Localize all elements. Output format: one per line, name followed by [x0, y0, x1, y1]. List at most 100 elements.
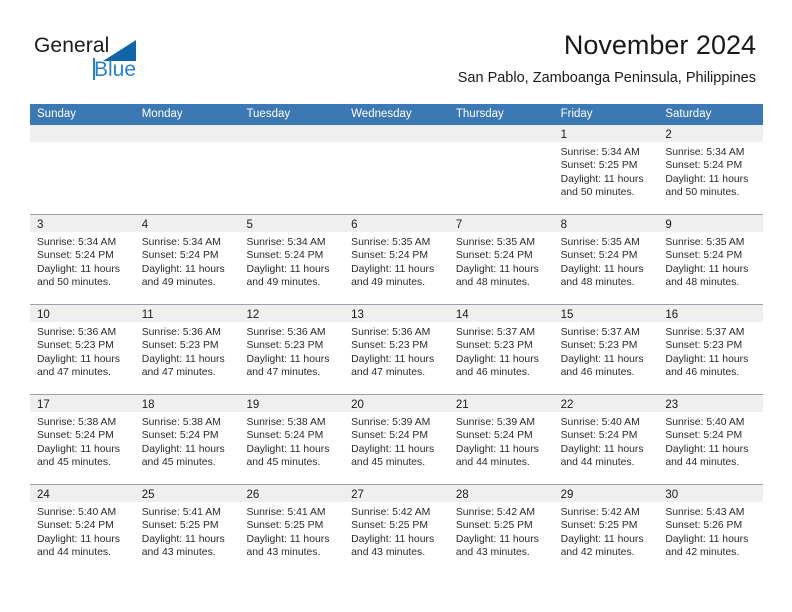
weekday-header-friday: Friday [560, 108, 593, 120]
day-cell[interactable]: 22 Sunrise: 5:40 AM Sunset: 5:24 PM Dayl… [553, 395, 659, 484]
day-number-band: 7 [448, 215, 554, 232]
day-number: 5 [246, 219, 253, 231]
weekday-header-monday: Monday [141, 108, 183, 120]
day-number-band: 3 [30, 215, 135, 232]
sunrise-text: Sunrise: 5:40 AM [37, 507, 117, 518]
day-number: 12 [246, 309, 260, 321]
day-cell[interactable]: 16 Sunrise: 5:37 AM Sunset: 5:23 PM Dayl… [658, 305, 764, 394]
day-cell[interactable]: 10 Sunrise: 5:36 AM Sunset: 5:23 PM Dayl… [30, 305, 135, 394]
day-cell[interactable]: 25 Sunrise: 5:41 AM Sunset: 5:25 PM Dayl… [134, 485, 240, 574]
day-cell[interactable]: 6 Sunrise: 5:35 AM Sunset: 5:24 PM Dayli… [344, 215, 449, 304]
day-cell[interactable]: 30 Sunrise: 5:43 AM Sunset: 5:26 PM Dayl… [658, 485, 764, 574]
day-details: Sunrise: 5:36 AM Sunset: 5:23 PM Dayligh… [135, 322, 240, 380]
page-title: November 2024 [563, 30, 756, 60]
sunrise-text: Sunrise: 5:34 AM [37, 237, 117, 248]
daylight-text-line1: Daylight: 11 hours [246, 533, 330, 545]
sunrise-text: Sunrise: 5:35 AM [351, 237, 431, 248]
day-cell[interactable]: 18 Sunrise: 5:38 AM Sunset: 5:24 PM Dayl… [134, 395, 240, 484]
daylight-text-line2: and 43 minutes. [246, 547, 321, 559]
day-cell[interactable]: 15 Sunrise: 5:37 AM Sunset: 5:23 PM Dayl… [553, 305, 659, 394]
sunrise-text: Sunrise: 5:43 AM [665, 507, 745, 518]
sunset-text: Sunset: 5:23 PM [665, 340, 743, 352]
day-details: Sunrise: 5:40 AM Sunset: 5:24 PM Dayligh… [554, 412, 659, 470]
weekday-header-sunday: Sunday [37, 108, 77, 120]
daylight-text-line2: and 42 minutes. [665, 547, 740, 559]
sunrise-text: Sunrise: 5:42 AM [455, 507, 536, 518]
daylight-text-line2: and 44 minutes. [560, 457, 635, 469]
day-cell[interactable]: 14 Sunrise: 5:37 AM Sunset: 5:23 PM Dayl… [448, 305, 554, 394]
sunset-text: Sunset: 5:24 PM [560, 250, 638, 262]
location-subtitle: San Pablo, Zamboanga Peninsula, Philippi… [457, 70, 756, 86]
sunset-text: Sunset: 5:24 PM [141, 250, 219, 262]
sunrise-text: Sunrise: 5:38 AM [141, 417, 221, 428]
day-number-band: 11 [134, 305, 240, 322]
daylight-text-line1: Daylight: 11 hours [37, 263, 120, 275]
day-cell[interactable]: 23 Sunrise: 5:40 AM Sunset: 5:24 PM Dayl… [658, 395, 764, 484]
sunset-text: Sunset: 5:24 PM [351, 430, 428, 442]
day-number: 8 [560, 219, 567, 231]
day-cell[interactable]: 29 Sunrise: 5:42 AM Sunset: 5:25 PM Dayl… [553, 485, 659, 574]
daylight-text-line2: and 44 minutes. [665, 457, 740, 469]
daylight-text-line1: Daylight: 11 hours [665, 173, 749, 185]
day-cell[interactable]: 5 Sunrise: 5:34 AM Sunset: 5:24 PM Dayli… [239, 215, 345, 304]
day-number: 15 [560, 309, 574, 321]
day-cell[interactable]: 8 Sunrise: 5:35 AM Sunset: 5:24 PM Dayli… [553, 215, 659, 304]
day-cell[interactable]: 28 Sunrise: 5:42 AM Sunset: 5:25 PM Dayl… [448, 485, 554, 574]
day-cell[interactable]: 7 Sunrise: 5:35 AM Sunset: 5:24 PM Dayli… [448, 215, 554, 304]
day-details: Sunrise: 5:37 AM Sunset: 5:23 PM Dayligh… [658, 322, 763, 380]
day-number-band: 28 [448, 485, 554, 502]
day-details: Sunrise: 5:35 AM Sunset: 5:24 PM Dayligh… [344, 232, 449, 290]
day-cell[interactable]: 24 Sunrise: 5:40 AM Sunset: 5:24 PM Dayl… [30, 485, 135, 574]
daylight-text-line2: and 47 minutes. [351, 367, 426, 379]
sunset-text: Sunset: 5:23 PM [37, 340, 114, 352]
day-details: Sunrise: 5:42 AM Sunset: 5:25 PM Dayligh… [554, 502, 659, 560]
day-cell[interactable]: 20 Sunrise: 5:39 AM Sunset: 5:24 PM Dayl… [344, 395, 449, 484]
sunrise-text: Sunrise: 5:40 AM [560, 417, 640, 428]
day-number-band: 29 [553, 485, 659, 502]
daylight-text-line1: Daylight: 11 hours [455, 533, 539, 545]
day-cell[interactable]: 26 Sunrise: 5:41 AM Sunset: 5:25 PM Dayl… [239, 485, 345, 574]
calendar-grid: Sunday Monday Tuesday Wednesday Thursday… [30, 104, 764, 574]
day-cell[interactable]: 21 Sunrise: 5:39 AM Sunset: 5:24 PM Dayl… [448, 395, 554, 484]
daylight-text-line2: and 45 minutes. [351, 457, 426, 469]
day-cell[interactable]: 17 Sunrise: 5:38 AM Sunset: 5:24 PM Dayl… [30, 395, 135, 484]
daylight-text-line1: Daylight: 11 hours [560, 443, 644, 455]
day-details: Sunrise: 5:41 AM Sunset: 5:25 PM Dayligh… [239, 502, 344, 560]
day-number: 30 [665, 489, 679, 501]
day-number-band: 2 [658, 125, 764, 142]
day-cell[interactable]: 9 Sunrise: 5:35 AM Sunset: 5:24 PM Dayli… [658, 215, 764, 304]
sunrise-text: Sunrise: 5:39 AM [351, 417, 431, 428]
logo-text-general: General [34, 34, 110, 57]
day-number: 2 [665, 129, 672, 141]
day-cell[interactable]: 2 Sunrise: 5:34 AM Sunset: 5:24 PM Dayli… [658, 125, 764, 214]
day-details: Sunrise: 5:38 AM Sunset: 5:24 PM Dayligh… [30, 412, 135, 470]
general-blue-logo[interactable]: General Blue [34, 34, 204, 86]
sunrise-text: Sunrise: 5:38 AM [37, 417, 117, 428]
page-header: General Blue November 2024 San Pablo, Za… [0, 0, 792, 100]
daylight-text-line1: Daylight: 11 hours [665, 353, 749, 365]
daylight-text-line2: and 45 minutes. [141, 457, 216, 469]
day-cell[interactable]: 4 Sunrise: 5:34 AM Sunset: 5:24 PM Dayli… [134, 215, 240, 304]
day-cell[interactable]: 12 Sunrise: 5:36 AM Sunset: 5:23 PM Dayl… [239, 305, 345, 394]
sunrise-text: Sunrise: 5:36 AM [141, 327, 221, 338]
day-details: Sunrise: 5:41 AM Sunset: 5:25 PM Dayligh… [135, 502, 240, 560]
day-details: Sunrise: 5:40 AM Sunset: 5:24 PM Dayligh… [658, 412, 763, 470]
day-details: Sunrise: 5:34 AM Sunset: 5:24 PM Dayligh… [135, 232, 240, 290]
day-number-band: 15 [553, 305, 659, 322]
day-number-band: 26 [239, 485, 345, 502]
day-cell[interactable]: 13 Sunrise: 5:36 AM Sunset: 5:23 PM Dayl… [344, 305, 449, 394]
day-number: 28 [455, 489, 469, 501]
sunset-text: Sunset: 5:25 PM [560, 520, 638, 532]
day-details: Sunrise: 5:34 AM Sunset: 5:25 PM Dayligh… [554, 142, 659, 200]
day-number-band: 10 [30, 305, 135, 322]
day-number-band: 27 [344, 485, 449, 502]
day-cell[interactable]: 3 Sunrise: 5:34 AM Sunset: 5:24 PM Dayli… [30, 215, 135, 304]
day-cell[interactable]: 11 Sunrise: 5:36 AM Sunset: 5:23 PM Dayl… [134, 305, 240, 394]
day-cell[interactable]: 27 Sunrise: 5:42 AM Sunset: 5:25 PM Dayl… [344, 485, 449, 574]
day-cell [448, 125, 554, 214]
day-cell[interactable]: 1 Sunrise: 5:34 AM Sunset: 5:25 PM Dayli… [553, 125, 659, 214]
daylight-text-line2: and 46 minutes. [560, 367, 635, 379]
daylight-text-line1: Daylight: 11 hours [141, 353, 225, 365]
day-number: 7 [455, 219, 463, 231]
day-cell[interactable]: 19 Sunrise: 5:38 AM Sunset: 5:24 PM Dayl… [239, 395, 345, 484]
